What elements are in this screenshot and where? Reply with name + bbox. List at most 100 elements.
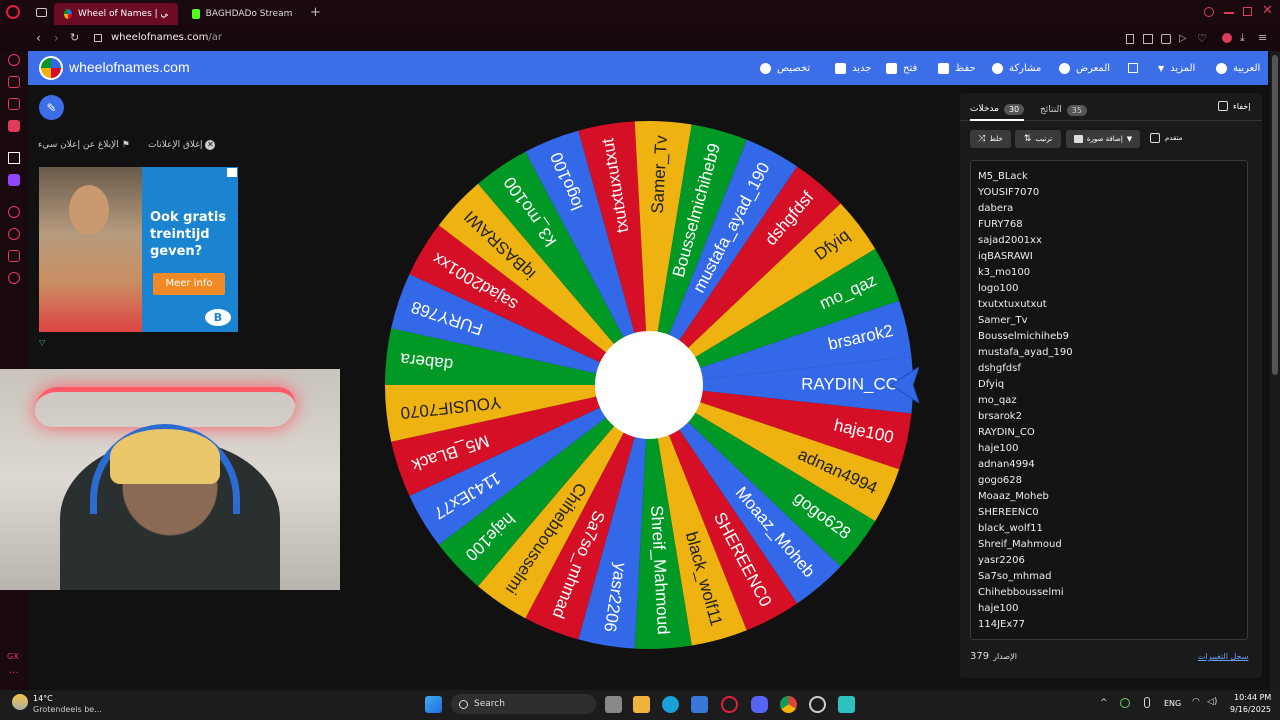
entry-line[interactable]: dabera bbox=[978, 201, 1240, 217]
maximize-icon[interactable] bbox=[1243, 7, 1252, 16]
open-button[interactable]: فتح bbox=[886, 51, 917, 85]
history-icon[interactable] bbox=[8, 228, 20, 240]
aria-icon[interactable] bbox=[8, 54, 20, 66]
entry-line[interactable]: adnan4994 bbox=[978, 457, 1240, 473]
tray-chevron-icon[interactable]: ^ bbox=[1100, 698, 1108, 708]
entry-line[interactable]: RAYDIN_CO bbox=[978, 425, 1240, 441]
minimize-icon[interactable] bbox=[1224, 12, 1234, 14]
entry-line[interactable]: k3_mo100 bbox=[978, 265, 1240, 281]
ad-cta-button[interactable]: Meer info bbox=[153, 273, 225, 295]
store-icon[interactable] bbox=[691, 696, 708, 713]
entry-line[interactable]: dshgfdsf bbox=[978, 361, 1240, 377]
entry-line[interactable]: mo_qaz bbox=[978, 393, 1240, 409]
entry-line[interactable]: yasr2206 bbox=[978, 553, 1240, 569]
discord-icon[interactable] bbox=[751, 696, 768, 713]
new-tab-button[interactable]: + bbox=[310, 5, 321, 20]
entry-line[interactable]: SHEREENC0 bbox=[978, 505, 1240, 521]
kick-sidebar-icon[interactable] bbox=[8, 152, 20, 164]
entry-line[interactable]: gogo628 bbox=[978, 473, 1240, 489]
save-button[interactable]: حفظ bbox=[938, 51, 976, 85]
weather-desc[interactable]: Grotendeels be... bbox=[33, 705, 102, 714]
entry-line[interactable]: haje100 bbox=[978, 601, 1240, 617]
start-icon[interactable] bbox=[425, 696, 442, 713]
tab-entries[interactable]: مدخلات 30 bbox=[970, 99, 1025, 121]
entry-line[interactable]: txutxtuxutxut bbox=[978, 297, 1240, 313]
more-sidebar-icon[interactable]: ··· bbox=[9, 668, 19, 679]
bookmark-icon[interactable] bbox=[1126, 34, 1134, 44]
advanced-toggle[interactable]: متقدم bbox=[1150, 133, 1182, 143]
url-field[interactable]: wheelofnames.com/ar bbox=[111, 32, 222, 43]
messenger-icon[interactable] bbox=[8, 98, 20, 110]
download-icon[interactable]: ⤓ bbox=[1240, 31, 1245, 45]
player-icon[interactable] bbox=[8, 206, 20, 218]
microphone-icon[interactable] bbox=[1144, 697, 1150, 708]
reload-icon[interactable]: ↻ bbox=[70, 31, 79, 44]
tab-baghdado-stream[interactable]: BAGHDADo Stream - Watc bbox=[182, 3, 306, 25]
opera-gx-icon[interactable] bbox=[721, 696, 738, 713]
file-explorer-icon[interactable] bbox=[633, 696, 650, 713]
ad-choices-icon[interactable] bbox=[227, 168, 237, 177]
heart-icon[interactable]: ♡ bbox=[1197, 32, 1207, 45]
scrollbar-thumb[interactable] bbox=[1272, 55, 1278, 375]
entry-line[interactable]: Moaaz_Moheb bbox=[978, 489, 1240, 505]
gx-icon[interactable]: GX bbox=[7, 652, 19, 661]
back-icon[interactable]: ‹ bbox=[36, 31, 41, 45]
entries-textarea[interactable]: M5_BLack YOUSIF7070 dabera FURY768 sajad2001… bbox=[970, 160, 1248, 640]
gallery-button[interactable]: المعرض bbox=[1059, 51, 1110, 85]
wheel-hub[interactable] bbox=[595, 331, 703, 439]
task-view-icon[interactable] bbox=[605, 696, 622, 713]
tab-results[interactable]: النتائج 35 bbox=[1040, 99, 1087, 121]
language-dropdown[interactable]: العربية bbox=[1216, 51, 1260, 85]
forward-icon[interactable]: › bbox=[54, 31, 59, 45]
ad-banner[interactable]: Ook gratis treintijd geven? Meer info B bbox=[39, 167, 238, 332]
mail-icon[interactable] bbox=[8, 120, 20, 132]
workspaces-icon[interactable] bbox=[36, 8, 47, 17]
edit-pencil-button[interactable]: ✎ bbox=[39, 95, 64, 120]
site-title[interactable]: wheelofnames.com bbox=[69, 59, 190, 75]
report-ad-link[interactable]: الإبلاغ عن إعلان سيء ⚑ bbox=[38, 140, 130, 150]
profile-icon[interactable] bbox=[1222, 33, 1232, 43]
close-ads-link[interactable]: إغلاق الإعلانات ✕ bbox=[148, 140, 216, 150]
more-dropdown[interactable]: ▼ المزيد bbox=[1158, 51, 1195, 85]
weather-icon[interactable] bbox=[12, 694, 28, 710]
chrome-icon[interactable] bbox=[780, 696, 797, 713]
hide-toggle[interactable]: إخفاء bbox=[1218, 101, 1250, 111]
page-scrollbar[interactable] bbox=[1270, 51, 1280, 691]
bag-icon[interactable] bbox=[8, 76, 20, 88]
entry-line[interactable]: YOUSIF7070 bbox=[978, 185, 1240, 201]
entry-line[interactable]: haje100 bbox=[978, 441, 1240, 457]
customize-button[interactable]: تخصيص bbox=[760, 51, 810, 85]
app-icon[interactable] bbox=[809, 696, 826, 713]
taskbar-date[interactable]: 9/16/2025 bbox=[1230, 705, 1271, 714]
sort-button[interactable]: ⇅ ترتيب bbox=[1015, 130, 1061, 148]
close-window-icon[interactable]: ✕ bbox=[1262, 3, 1273, 18]
tab-wheel-of-names[interactable]: Wheel of Names | عشوائي bbox=[54, 3, 178, 25]
taskbar-time[interactable]: 10:44 PM bbox=[1234, 693, 1271, 702]
changelog-link[interactable]: سجل التغييرات bbox=[1198, 652, 1248, 661]
entry-line[interactable]: Chihebbousselmi bbox=[978, 585, 1240, 601]
entry-line[interactable]: M5_BLack bbox=[978, 169, 1240, 185]
entry-line[interactable]: mustafa_ayad_190 bbox=[978, 345, 1240, 361]
vpn-icon[interactable] bbox=[1161, 34, 1171, 44]
opera-logo-icon[interactable] bbox=[6, 5, 20, 19]
twitch-icon[interactable] bbox=[8, 174, 20, 186]
search-tabs-icon[interactable] bbox=[1204, 7, 1214, 17]
tray-sync-icon[interactable] bbox=[1120, 698, 1130, 708]
site-logo-icon[interactable] bbox=[39, 56, 63, 80]
entry-line[interactable]: black_wolf11 bbox=[978, 521, 1240, 537]
entry-line[interactable]: brsarok2 bbox=[978, 409, 1240, 425]
entry-line[interactable]: iqBASRAWI bbox=[978, 249, 1240, 265]
entry-line[interactable]: Bousselmichiheb9 bbox=[978, 329, 1240, 345]
wheel[interactable]: RAYDIN_COhaje100adnan4994gogo628Moaaz_Mo… bbox=[379, 115, 919, 655]
ad-info-icon[interactable]: ▽ bbox=[39, 338, 45, 347]
entry-line[interactable]: Samer_Tv bbox=[978, 313, 1240, 329]
entry-line[interactable]: 114JEx77 bbox=[978, 617, 1240, 633]
edge-icon[interactable] bbox=[662, 696, 679, 713]
wifi-icon[interactable]: ◠ bbox=[1192, 697, 1200, 707]
entry-line[interactable]: Sa7so_mhmad bbox=[978, 569, 1240, 585]
entry-line[interactable]: Shreif_Mahmoud bbox=[978, 537, 1240, 553]
advanced-checkbox[interactable] bbox=[1150, 133, 1160, 143]
adblock-icon[interactable]: ▷ bbox=[1179, 33, 1187, 44]
wheel-app-icon[interactable] bbox=[838, 696, 855, 713]
settings-icon[interactable] bbox=[8, 272, 20, 284]
